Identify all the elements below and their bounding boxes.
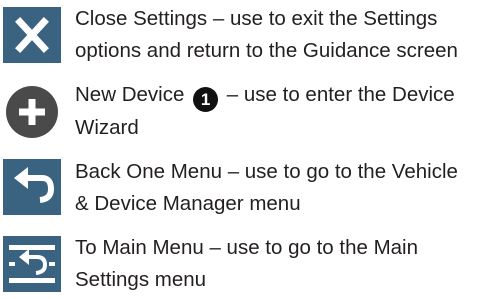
legend-item-main-menu: To Main Menu – use to go to the Main Set… xyxy=(0,229,485,299)
add-icon xyxy=(3,84,61,145)
description-line: To Main Menu – use to go to the Main xyxy=(75,236,419,259)
main-menu-icon xyxy=(3,236,61,297)
close-icon xyxy=(3,7,61,68)
description-line: Settings menu xyxy=(75,268,207,291)
description-line: options and return to the Guidance scree… xyxy=(75,39,458,62)
description-text: New Device xyxy=(75,83,185,106)
callout-number-badge: 1 xyxy=(193,87,219,112)
back-icon xyxy=(3,159,61,220)
legend-description: Back One Menu – use to go to the Vehicle… xyxy=(75,156,485,220)
description-line: Wizard xyxy=(75,116,139,139)
legend-description: To Main Menu – use to go to the Main Set… xyxy=(75,232,485,296)
legend-item-back-one-menu: Back One Menu – use to go to the Vehicle… xyxy=(0,153,485,223)
legend-item-close-settings: Close Settings – use to exit the Setting… xyxy=(0,0,485,70)
legend-item-new-device: New Device 1 – use to enter the Device W… xyxy=(0,76,485,146)
description-line: Back One Menu – use to go to the Vehicle xyxy=(75,160,458,183)
description-line: Close Settings – use to exit the Setting… xyxy=(75,7,438,30)
legend-description: Close Settings – use to exit the Setting… xyxy=(75,3,485,67)
legend-description: New Device 1 – use to enter the Device W… xyxy=(75,79,485,144)
description-line: & Device Manager menu xyxy=(75,192,301,215)
description-text: – use to enter the Device xyxy=(226,83,455,106)
